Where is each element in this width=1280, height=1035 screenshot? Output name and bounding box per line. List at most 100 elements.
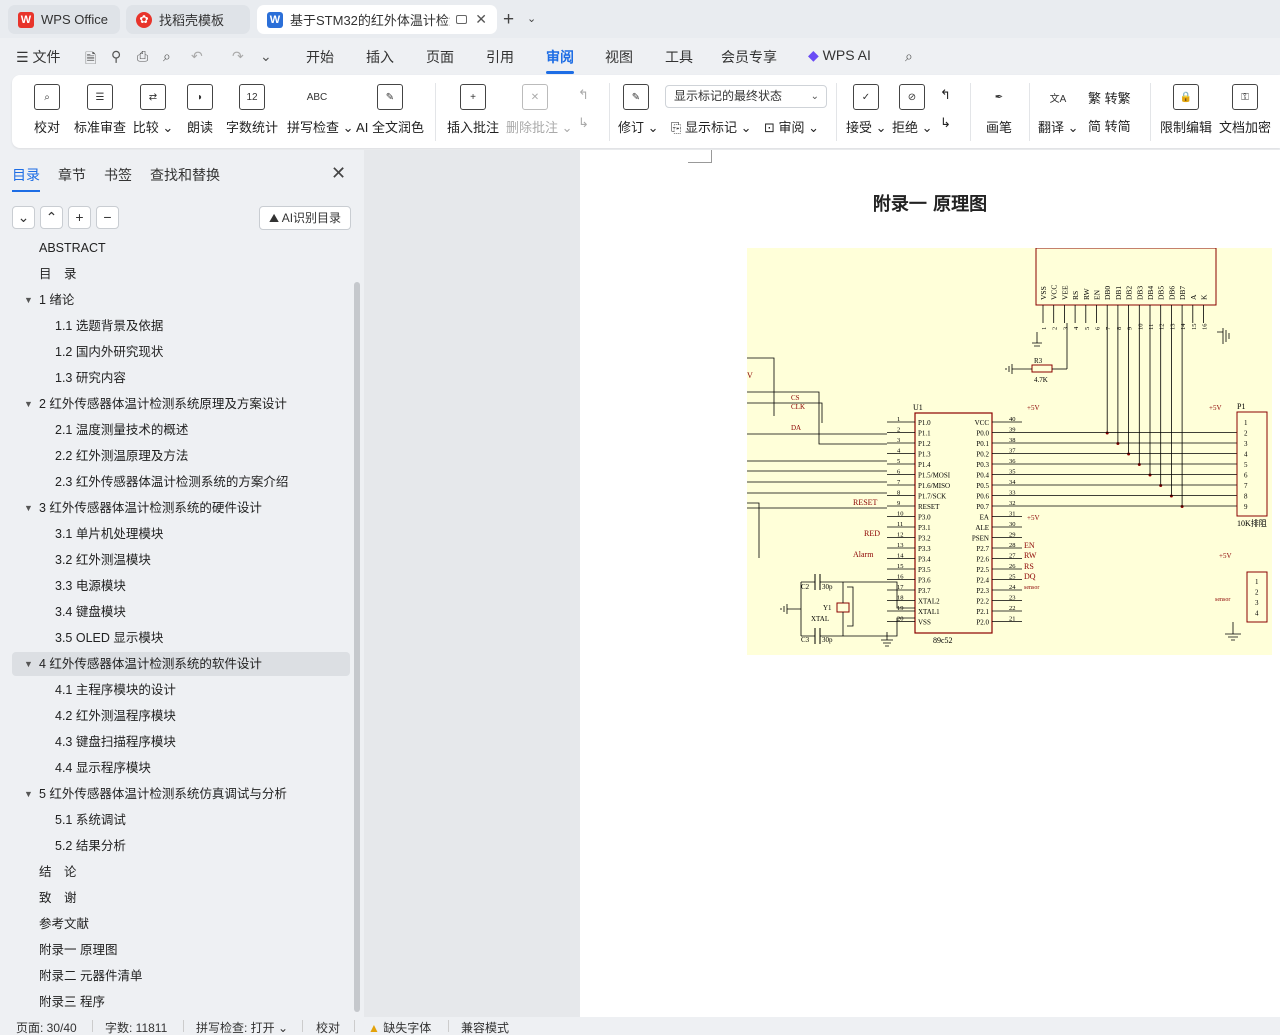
expand-arrow-icon[interactable]: ▼ (24, 496, 33, 520)
prev-comment-icon[interactable]: ↰ (578, 87, 589, 103)
menu-start[interactable]: 开始 (306, 47, 334, 67)
save-icon[interactable]: 🗎 (85, 48, 96, 72)
undo-icon[interactable]: ↶ (191, 48, 203, 65)
menu-tools[interactable]: 工具 (665, 47, 693, 67)
toc-item[interactable]: 3.5 OLED 显示模块 (12, 626, 350, 650)
toc-item[interactable]: ▼ 5 红外传感器体温计检测系统仿真调试与分析 (12, 782, 350, 806)
word-count-button[interactable]: 12 字数统计 (226, 75, 278, 148)
tab-toc[interactable]: 目录 (12, 165, 40, 192)
spell-check-status[interactable]: 拼写检查: 打开 ⌄ (196, 1019, 288, 1035)
accept-button[interactable]: ✓ 接受 ⌄ (846, 75, 887, 148)
translate-button[interactable]: 文A 翻译 ⌄ (1038, 75, 1079, 148)
missing-font-status[interactable]: ▲ 缺失字体 (368, 1019, 431, 1035)
tab-find-replace[interactable]: 查找和替换 (150, 165, 220, 185)
search-icon[interactable]: ⌕ (905, 48, 913, 65)
toc-item[interactable]: 3.2 红外测温模块 (12, 548, 350, 572)
spell-check-button[interactable]: ABC 拼写检查 ⌄ (287, 75, 354, 148)
menu-review[interactable]: 审阅 (546, 47, 574, 74)
toc-item[interactable]: 4.3 键盘扫描程序模块 (12, 730, 350, 754)
print-icon[interactable]: ⎙ (137, 48, 148, 65)
menu-view[interactable]: 视图 (605, 47, 633, 67)
toc-item[interactable]: 2.3 红外传感器体温计检测系统的方案介绍 (12, 470, 350, 494)
toc-item[interactable]: 结 论 (12, 860, 350, 884)
revise-button[interactable]: ✎ 修订 ⌄ (618, 75, 659, 148)
close-tab-icon[interactable]: ✕ (475, 11, 487, 28)
toc-item[interactable]: 1.1 选题背景及依据 (12, 314, 350, 338)
toc-item[interactable]: ▼ 4 红外传感器体温计检测系统的软件设计 (12, 652, 350, 676)
toc-scrollbar[interactable] (354, 282, 360, 1012)
to-simplified-button[interactable]: 简 转简 (1088, 116, 1131, 135)
menu-vip[interactable]: 会员专享 (721, 47, 777, 67)
toc-item[interactable]: 3.1 单片机处理模块 (12, 522, 350, 546)
tab-chapters[interactable]: 章节 (58, 165, 86, 185)
tab-document[interactable]: W 基于STM32的红外体温计检测 ✕ (257, 5, 497, 34)
prev-change-icon[interactable]: ↰ (940, 87, 951, 103)
pen-button[interactable]: ✒ 画笔 (980, 75, 1018, 148)
toc-item[interactable]: 2.2 红外测温原理及方法 (12, 444, 350, 468)
share-icon[interactable]: ⚲ (111, 48, 121, 65)
delete-comment-button[interactable]: ✕ 删除批注 ⌄ (506, 75, 573, 148)
collapse-all-icon[interactable]: ⌄ (12, 206, 35, 229)
toc-item[interactable]: 目 录 (12, 262, 350, 286)
markup-select[interactable]: 显示标记的最终状态 ⌄ (665, 85, 827, 108)
toc-item[interactable]: 5.2 结果分析 (12, 834, 350, 858)
page-indicator[interactable]: 页面: 30/40 (16, 1019, 77, 1035)
expand-arrow-icon[interactable]: ▼ (24, 652, 33, 676)
menu-page[interactable]: 页面 (426, 47, 454, 67)
chevron-down-icon[interactable]: ⌄ (527, 12, 536, 25)
toc-item[interactable]: 4.1 主程序模块的设计 (12, 678, 350, 702)
read-aloud-button[interactable]: ◗ 朗读 (182, 75, 218, 148)
toc-item[interactable]: ▼ 1 绪论 (12, 288, 350, 312)
menu-wps-ai[interactable]: ◆ WPS AI (808, 47, 871, 64)
tab-wps-office[interactable]: W WPS Office (8, 5, 120, 34)
tab-bookmarks[interactable]: 书签 (104, 165, 132, 185)
remove-heading-icon[interactable]: − (96, 206, 119, 229)
std-review-button[interactable]: ☰ 标准审查 (74, 75, 126, 148)
new-tab-icon[interactable]: + (503, 9, 514, 31)
next-change-icon[interactable]: ↳ (940, 115, 951, 131)
toc-item[interactable]: 1.2 国内外研究现状 (12, 340, 350, 364)
monitor-icon[interactable] (456, 15, 467, 24)
toc-item[interactable]: 参考文献 (12, 912, 350, 936)
compare-button[interactable]: ⇄ 比较 ⌄ (132, 75, 174, 148)
review-pane-button[interactable]: ⊡ 审阅 ⌄ (764, 117, 819, 136)
expand-up-icon[interactable]: ⌃ (40, 206, 63, 229)
print-preview-icon[interactable]: ⌕ (163, 48, 171, 65)
to-traditional-button[interactable]: 繁 转繁 (1088, 88, 1131, 107)
proof-status[interactable]: 校对 (316, 1019, 340, 1035)
toc-item[interactable]: 2.1 温度测量技术的概述 (12, 418, 350, 442)
toc-item[interactable]: 3.4 键盘模块 (12, 600, 350, 624)
menu-reference[interactable]: 引用 (486, 47, 514, 67)
expand-arrow-icon[interactable]: ▼ (24, 288, 33, 312)
circuit-schematic[interactable]: VSS 1 VCC 2 VEE 3 RS 4 RW 5 EN 6 DB0 7 DB1 8 DB2 9 DB3 10 DB… (747, 247, 1272, 655)
more-chevron-icon[interactable]: ⌄ (260, 48, 272, 65)
toc-item[interactable]: 4.2 红外测温程序模块 (12, 704, 350, 728)
ai-toc-button[interactable]: ⛰ AI识别目录 (259, 206, 351, 230)
file-menu[interactable]: ☰ 文件 (16, 47, 60, 67)
toc-item[interactable]: 附录三 程序 (12, 990, 350, 1014)
toc-item[interactable]: 3.3 电源模块 (12, 574, 350, 598)
expand-arrow-icon[interactable]: ▼ (24, 782, 33, 806)
show-markup-button[interactable]: ⎘ 显示标记 ⌄ (671, 117, 752, 136)
reject-button[interactable]: ⊘ 拒绝 ⌄ (892, 75, 933, 148)
expand-arrow-icon[interactable]: ▼ (24, 392, 33, 416)
restrict-edit-button[interactable]: 🔒 限制编辑 (1160, 75, 1212, 148)
menu-insert[interactable]: 插入 (366, 47, 394, 67)
add-heading-icon[interactable]: + (68, 206, 91, 229)
toc-item[interactable]: 5.1 系统调试 (12, 808, 350, 832)
next-comment-icon[interactable]: ↳ (578, 115, 589, 131)
toc-item[interactable]: 致 谢 (12, 886, 350, 910)
toc-item[interactable]: ABSTRACT (12, 240, 350, 260)
toc-item[interactable]: ▼ 3 红外传感器体温计检测系统的硬件设计 (12, 496, 350, 520)
close-pane-icon[interactable]: ✕ (331, 163, 346, 184)
insert-comment-button[interactable]: + 插入批注 (446, 75, 500, 148)
tab-template[interactable]: ✿ 找稻壳模板 (126, 5, 250, 34)
proofread-button[interactable]: ⌕ 校对 (30, 75, 64, 148)
compat-mode-status[interactable]: 兼容模式 (461, 1019, 509, 1035)
doc-encrypt-button[interactable]: ⚿ 文档加密 (1219, 75, 1271, 148)
toc-item[interactable]: 附录二 元器件清单 (12, 964, 350, 988)
word-count-status[interactable]: 字数: 11811 (105, 1019, 167, 1035)
ai-polish-button[interactable]: ✎ AI 全文润色 (355, 75, 425, 148)
redo-icon[interactable]: ↷ (232, 48, 244, 65)
toc-item[interactable]: 1.3 研究内容 (12, 366, 350, 390)
